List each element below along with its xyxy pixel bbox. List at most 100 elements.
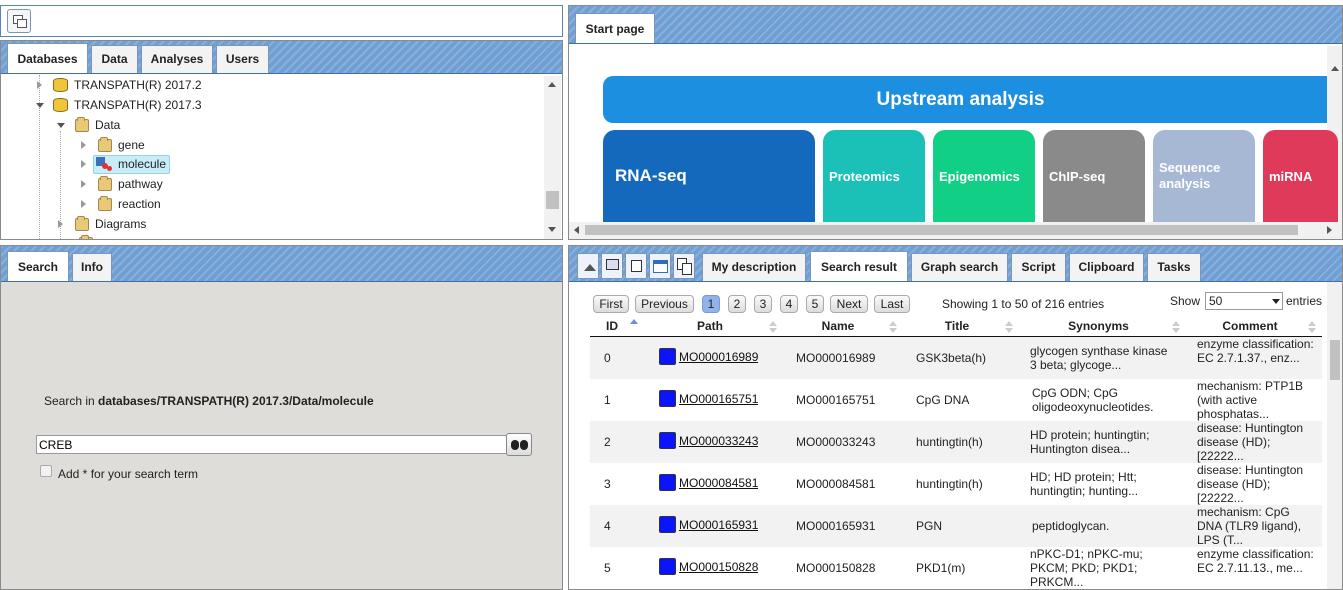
tab-my-description[interactable]: My description — [702, 253, 806, 281]
molecule-type-icon — [659, 558, 676, 575]
cell-path-link[interactable]: MO000165931 — [679, 518, 758, 532]
wildcard-checkbox[interactable] — [40, 465, 52, 477]
scroll-up-icon[interactable] — [548, 82, 556, 87]
cell-comment: mechanism: CpG DNA (TLR9 ligand), LPS (T… — [1197, 505, 1302, 547]
cell-path-link[interactable]: MO000084581 — [679, 476, 758, 490]
copy-button[interactable] — [673, 253, 695, 279]
table-row[interactable]: 5 MO000150828 MO000150828 PKD1(m) nPKC-D… — [590, 547, 1322, 589]
cell-comment: enzyme classification: EC 2.7.1.37., enz… — [1197, 337, 1314, 365]
collapse-icon[interactable] — [36, 103, 44, 108]
tab-databases[interactable]: Databases — [7, 43, 88, 73]
scroll-down-icon[interactable] — [548, 227, 556, 232]
column-synonyms[interactable]: Synonyms — [1030, 318, 1167, 336]
previous-page-button[interactable]: Previous — [635, 295, 694, 313]
first-page-button[interactable]: First — [593, 295, 629, 313]
export-button[interactable] — [601, 253, 623, 279]
tab-start-page[interactable]: Start page — [575, 13, 655, 43]
cell-comment: disease: Huntington disease (HD); [22222… — [1197, 463, 1304, 505]
table-row[interactable]: 1 MO000165751 MO000165751 CpG DNA CpG OD… — [590, 379, 1322, 421]
tree-item-gene[interactable]: gene — [81, 136, 201, 154]
page-3-button[interactable]: 3 — [754, 295, 772, 313]
expand-icon[interactable] — [81, 160, 86, 168]
tab-data[interactable]: Data — [91, 45, 138, 73]
scroll-left-icon[interactable] — [574, 226, 579, 234]
upload-button[interactable] — [625, 253, 647, 279]
page-5-button[interactable]: 5 — [806, 295, 824, 313]
search-button[interactable] — [506, 433, 532, 456]
table-row[interactable]: 4 MO000165931 MO000165931 PGN peptidogly… — [590, 505, 1322, 547]
database-tree-panel: Databases Data Analyses Users TRANSPATH(… — [0, 40, 563, 240]
page-4-button[interactable]: 4 — [780, 295, 798, 313]
column-name[interactable]: Name — [790, 318, 886, 336]
tab-users[interactable]: Users — [216, 45, 269, 73]
column-title[interactable]: Title — [910, 318, 1004, 336]
expand-icon[interactable] — [81, 141, 86, 149]
search-scope-text: Search in databases/TRANSPATH(R) 2017.3/… — [44, 394, 374, 408]
tab-graph-search[interactable]: Graph search — [911, 253, 1008, 281]
upstream-analysis-banner[interactable]: Upstream analysis — [603, 76, 1342, 123]
results-scrollbar[interactable] — [1327, 282, 1342, 589]
window-layout-button[interactable] — [7, 9, 31, 33]
card-rna-seq[interactable]: RNA-seq — [603, 130, 815, 222]
tree-item-label: TRANSPATH(R) 2017.3 — [74, 98, 202, 112]
tree-item-data[interactable]: Data — [57, 116, 208, 134]
tree-item-pathway[interactable]: pathway — [81, 175, 201, 193]
tab-search-result[interactable]: Search result — [810, 251, 908, 281]
scroll-right-icon[interactable] — [1327, 226, 1332, 234]
top-left-toolbar — [0, 5, 563, 37]
tree-item-reaction[interactable]: reaction — [81, 195, 201, 213]
cell-path-link[interactable]: MO000150828 — [679, 560, 758, 574]
tree-item-transpath-2017-3[interactable]: TRANSPATH(R) 2017.3 — [36, 96, 257, 114]
column-path[interactable]: Path — [660, 318, 760, 336]
scrollbar-thumb[interactable] — [1330, 340, 1340, 380]
cell-path-link[interactable]: MO000165751 — [679, 392, 758, 406]
tab-analyses[interactable]: Analyses — [141, 45, 213, 73]
folder-icon — [75, 216, 89, 231]
table-view-button[interactable] — [649, 253, 671, 279]
expand-icon[interactable] — [37, 81, 42, 89]
cell-comment: enzyme classification: EC 2.7.11.13., me… — [1197, 547, 1314, 575]
tree-item-diagrams[interactable]: Diagrams — [58, 215, 208, 233]
arrow-up-icon — [584, 264, 596, 271]
database-icon — [53, 98, 68, 112]
table-row[interactable]: 0 MO000016989 MO000016989 GSK3beta(h) gl… — [590, 337, 1322, 379]
search-input[interactable] — [36, 435, 507, 454]
start-hscrollbar-bottom[interactable] — [569, 222, 1342, 238]
tab-search[interactable]: Search — [7, 251, 69, 281]
tree-item-transpath-2017-2[interactable]: TRANSPATH(R) 2017.2 — [37, 76, 257, 94]
tree-scrollbar[interactable] — [544, 76, 561, 239]
collapse-icon[interactable] — [57, 123, 65, 128]
card-chip-seq[interactable]: ChIP-seq — [1043, 130, 1145, 222]
card-mirna[interactable]: miRNA — [1263, 130, 1338, 222]
tab-clipboard[interactable]: Clipboard — [1069, 253, 1144, 281]
card-sequence-analysis[interactable]: Sequence analysis — [1153, 130, 1255, 222]
scroll-up-icon[interactable] — [1331, 66, 1339, 71]
tab-info[interactable]: Info — [72, 253, 112, 281]
cell-path-link[interactable]: MO000016989 — [679, 350, 758, 364]
cell-path-link[interactable]: MO000033243 — [679, 434, 758, 448]
cell-title: CpG DNA — [916, 393, 970, 407]
table-row[interactable]: 2 MO000033243 MO000033243 huntingtin(h) … — [590, 421, 1322, 463]
next-page-button[interactable]: Next — [830, 295, 868, 313]
tab-script[interactable]: Script — [1011, 253, 1066, 281]
tree-item-label: molecule — [118, 157, 167, 171]
table-row[interactable]: 3 MO000084581 MO000084581 huntingtin(h) … — [590, 463, 1322, 505]
expand-icon[interactable] — [81, 180, 86, 188]
scrollbar-thumb[interactable] — [546, 191, 559, 209]
page-1-button[interactable]: 1 — [702, 295, 720, 313]
tab-tasks[interactable]: Tasks — [1147, 253, 1201, 281]
sort-icon — [769, 321, 777, 333]
column-id[interactable]: ID — [598, 318, 626, 336]
scrollbar-thumb[interactable] — [585, 225, 1298, 235]
tree-tabbar: Databases Data Analyses Users — [1, 41, 562, 74]
card-epigenomics[interactable]: Epigenomics — [933, 130, 1035, 222]
expand-icon[interactable] — [81, 200, 86, 208]
last-page-button[interactable]: Last — [874, 295, 910, 313]
page-2-button[interactable]: 2 — [728, 295, 746, 313]
expand-icon[interactable] — [58, 220, 63, 228]
page-size-select[interactable]: 50 — [1205, 292, 1283, 310]
collapse-panel-button[interactable] — [577, 253, 599, 279]
tree-item-molecule[interactable]: molecule — [81, 155, 201, 174]
card-proteomics[interactable]: Proteomics — [823, 130, 925, 222]
column-comment[interactable]: Comment — [1196, 318, 1304, 336]
